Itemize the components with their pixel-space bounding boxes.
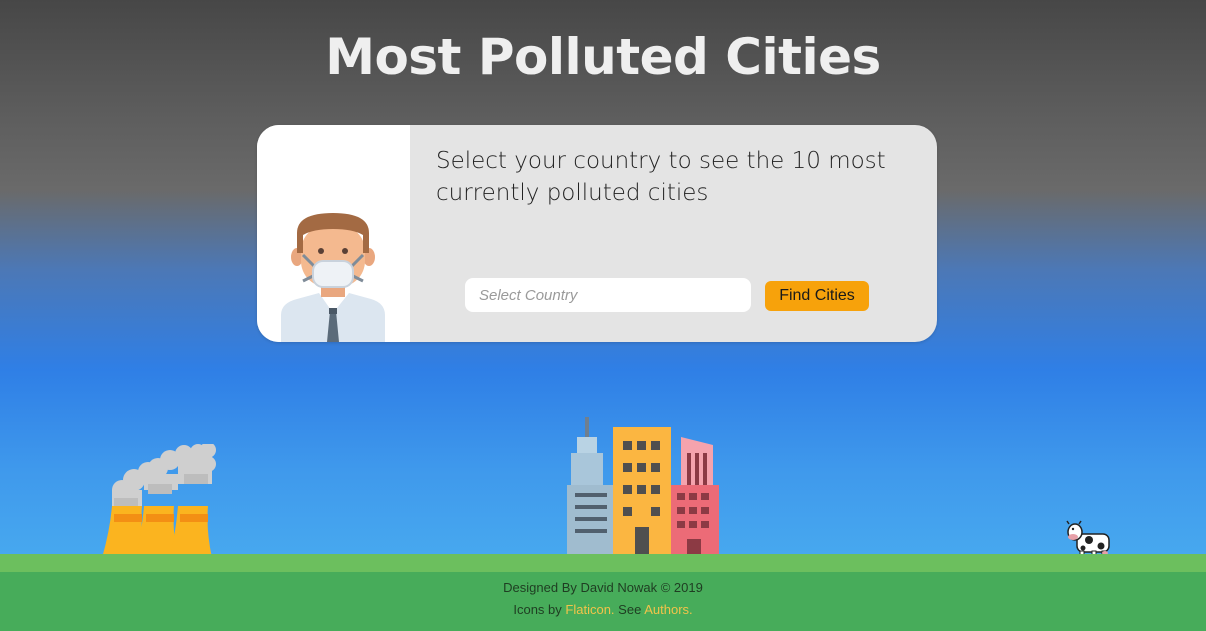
card-description: Select your country to see the 10 most c… bbox=[436, 148, 886, 206]
footer-icons-prefix: Icons by bbox=[513, 602, 562, 617]
footer-icons-credit: Icons by Flaticon. See Authors. bbox=[0, 602, 1206, 617]
factory-smoke-icon bbox=[102, 444, 216, 558]
find-cities-button[interactable]: Find Cities bbox=[765, 281, 869, 311]
footer-credit: Designed By David Nowak © 2019 bbox=[503, 580, 703, 595]
footer-see-text: See bbox=[618, 602, 642, 617]
page-title: Most Polluted Cities bbox=[325, 28, 881, 86]
search-card: Select your country to see the 10 most c… bbox=[257, 125, 937, 342]
grass-strip bbox=[0, 554, 1206, 572]
city-buildings-icon bbox=[567, 417, 719, 558]
flaticon-link[interactable]: Flaticon. bbox=[565, 602, 614, 617]
country-search-input[interactable] bbox=[465, 278, 751, 312]
authors-link[interactable]: Authors. bbox=[644, 602, 692, 617]
man-with-face-mask-icon bbox=[257, 125, 410, 342]
